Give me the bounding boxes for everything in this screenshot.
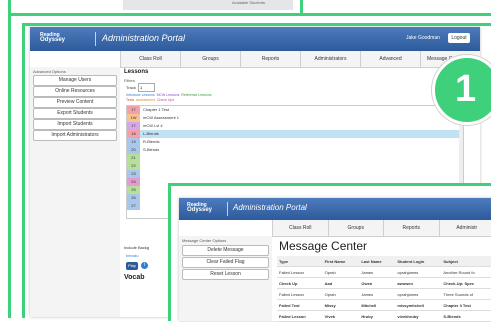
play-info-icon[interactable]: i (141, 262, 148, 269)
frame-top-line (8, 13, 491, 16)
message-center-options-heading: Message Center Options (182, 238, 226, 243)
lesson-row[interactable]: 1WmCW Assessment 1 (127, 114, 463, 122)
front-main-tabs: Class Roll Groups Reports Administr (272, 220, 491, 237)
front-header-bar: Reading Odyssey Administration Portal (179, 198, 491, 220)
reset-lesson-button[interactable]: Reset Lesson (182, 269, 269, 280)
back-header-bar: Reading Odyssey Administration Portal Ja… (30, 27, 480, 51)
export-students-button[interactable]: Export Students (33, 108, 117, 119)
lesson-row[interactable]: 19R-Blends (127, 138, 463, 146)
message-row[interactable]: Failed Lesson Vivek Hruby vivekhruby S-B… (277, 311, 491, 322)
lessons-title: Lessons (124, 69, 148, 75)
lesson-row[interactable]: 21 (127, 154, 463, 162)
import-students-button[interactable]: Import Students (33, 119, 117, 130)
lesson-row-selected[interactable]: 18L-Blends (127, 130, 463, 138)
include-background-label: Include Backg (124, 245, 149, 250)
front-window: Reading Odyssey Administration Portal Cl… (168, 183, 491, 321)
legend-introduce: Introduce Lessons (126, 93, 155, 97)
delete-message-button[interactable]: Delete Message (182, 245, 269, 256)
logout-button[interactable]: Logout (448, 33, 470, 43)
col-subject[interactable]: Subject (441, 256, 491, 267)
filters-label: Filters (124, 78, 135, 83)
advanced-options-heading: Advanced Options (33, 69, 66, 74)
lesson-row[interactable]: 17mCW Lvl 4 (127, 122, 463, 130)
frame-upper-connector (300, 0, 303, 15)
available-students-caption: Available Students (232, 0, 265, 5)
legend-checkups: Check Ups (157, 98, 174, 102)
header-divider (95, 32, 96, 46)
front-portal-title: Administration Portal (233, 203, 307, 212)
legend-row-b: Tests Assessment Check Ups (126, 98, 174, 102)
frame-left-line (8, 0, 11, 318)
frame-mid-top (22, 23, 491, 26)
message-table: Type First Name Last Name Student Login … (277, 256, 491, 322)
tab-administrators[interactable]: Administrators (300, 51, 360, 67)
reading-odyssey-logo: Reading Odyssey (40, 33, 65, 43)
message-row[interactable]: Failed Lesson Oprah James oprahjames Thr… (277, 289, 491, 300)
play-button[interactable]: Play (126, 262, 138, 270)
front-tab-groups[interactable]: Groups (328, 220, 384, 236)
front-tab-reports[interactable]: Reports (383, 220, 439, 236)
legend-mcw: MCW Lessons (157, 93, 180, 97)
tab-class-roll[interactable]: Class Roll (120, 51, 180, 67)
track-select[interactable]: 1 (138, 83, 155, 92)
col-first-name[interactable]: First Name (323, 256, 360, 267)
legend-reference: Reference Lessons (181, 93, 211, 97)
back-sidebar: Advanced Options Manage Users Online Res… (30, 67, 120, 317)
user-name: Jake Goodman (406, 35, 440, 41)
message-row[interactable]: Check Up Aad Owen awowen Check-Up: Spec (277, 278, 491, 289)
front-inner: Reading Odyssey Administration Portal Cl… (179, 198, 491, 321)
message-row[interactable]: Failed Lesson Oprah James oprahjames Ano… (277, 267, 491, 278)
back-main-tabs: Class Roll Groups Reports Administrators… (120, 51, 480, 68)
tab-groups[interactable]: Groups (180, 51, 240, 67)
front-sidebar: Message Center Options Delete Message Cl… (179, 236, 272, 321)
online-resources-button[interactable]: Online Resources (33, 86, 117, 97)
top-screenshot-strip (123, 0, 293, 10)
col-type[interactable]: Type (277, 256, 323, 267)
front-tab-administrators[interactable]: Administr (439, 220, 491, 236)
lesson-row[interactable]: 20S-Blends (127, 146, 463, 154)
track-label: Track (126, 85, 136, 90)
col-student-login[interactable]: Student Login (395, 256, 441, 267)
message-row[interactable]: Failed Test Missy Mitchell missymitchell… (277, 300, 491, 311)
col-last-name[interactable]: Last Name (359, 256, 395, 267)
message-center-title: Message Center (279, 239, 367, 253)
lesson-row[interactable]: 23 (127, 170, 463, 178)
back-portal-title: Administration Portal (102, 33, 185, 43)
frame-mid-left (22, 23, 25, 318)
lesson-row[interactable]: 22 (127, 162, 463, 170)
front-logo: Reading Odyssey (187, 203, 212, 213)
tab-reports[interactable]: Reports (240, 51, 300, 67)
introduce-checkbox[interactable]: Introdu (126, 253, 138, 258)
front-header-divider (227, 202, 228, 216)
import-administrators-button[interactable]: Import Administrators (33, 130, 117, 141)
message-table-header: Type First Name Last Name Student Login … (277, 256, 491, 267)
manage-users-button[interactable]: Manage Users (33, 75, 117, 86)
legend-row-a: Introduce Lessons MCW Lessons Reference … (126, 93, 211, 97)
preview-content-button[interactable]: Preview Content (33, 97, 117, 108)
legend-assessment: Assessment (136, 98, 155, 102)
tab-advanced[interactable]: Advanced (360, 51, 420, 67)
vocab-heading: Vocab (124, 274, 145, 281)
legend-tests: Tests (126, 98, 134, 102)
front-tab-class-roll[interactable]: Class Roll (272, 220, 328, 236)
clear-failed-flag-button[interactable]: Clear Failed Flag (182, 257, 269, 268)
lesson-row[interactable]: 17Chapter 1 Test (127, 106, 463, 114)
